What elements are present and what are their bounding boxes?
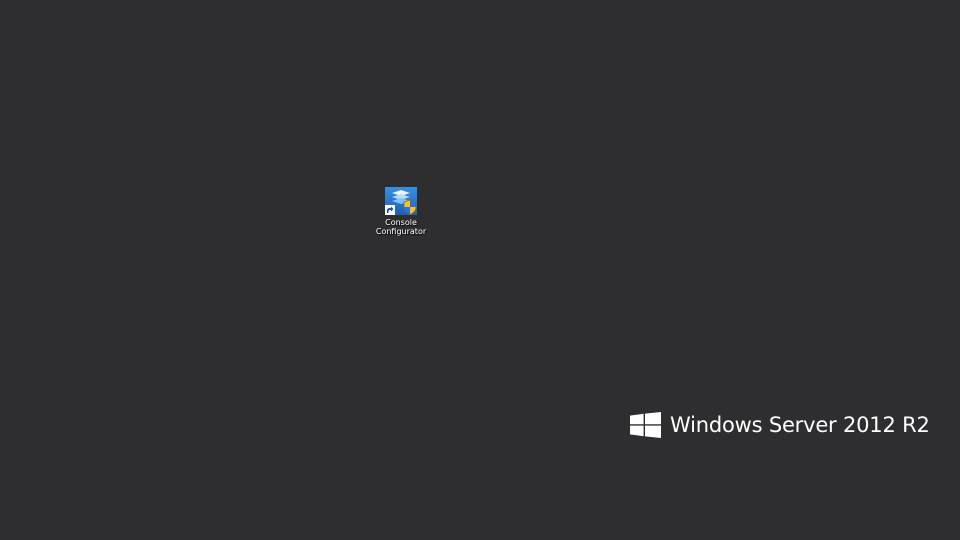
desktop-icon-console-configurator[interactable]: Console Configurator: [368, 186, 434, 236]
windows-logo-icon: [630, 412, 661, 438]
windows-edition-text: Windows Server 2012 R2: [670, 413, 930, 437]
shortcut-arrow-icon: [385, 205, 395, 215]
console-configurator-icon: [383, 186, 419, 216]
windows-branding: Windows Server 2012 R2: [630, 412, 930, 438]
desktop-background[interactable]: Console Configurator Windows Server 2012…: [0, 0, 960, 540]
desktop-icon-label: Console Configurator: [375, 218, 427, 236]
uac-shield-icon: [403, 199, 417, 215]
